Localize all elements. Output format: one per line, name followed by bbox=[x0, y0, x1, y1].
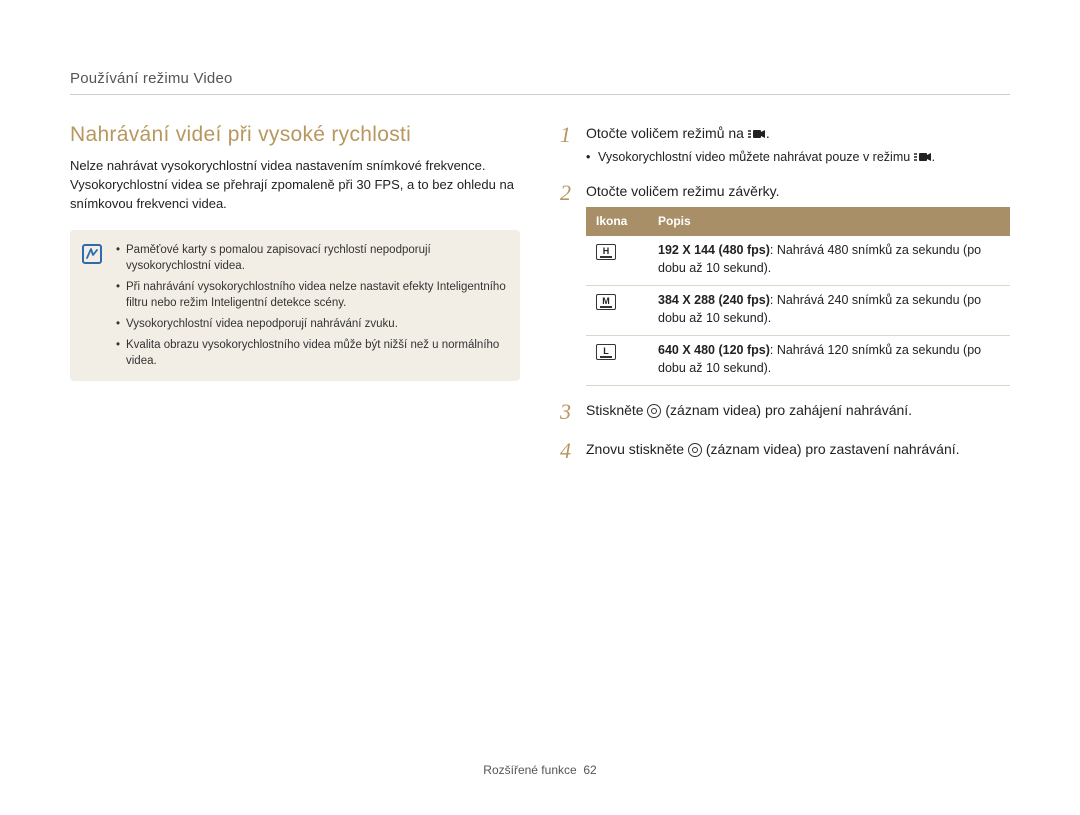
page-footer: Rozšířené funkce 62 bbox=[0, 763, 1080, 777]
step-4: 4 Znovu stiskněte (záznam videa) pro zas… bbox=[560, 439, 1010, 463]
step-text: Znovu stiskněte bbox=[586, 441, 688, 457]
step-body: Otočte voličem režimů na . Vysokorychlos… bbox=[586, 123, 1010, 167]
icon-letter: L bbox=[603, 346, 609, 356]
high-speed-camcorder-icon bbox=[914, 150, 932, 160]
table-cell: 640 X 480 (120 fps): Nahrává 120 snímků … bbox=[648, 336, 1010, 386]
step-sub-post: . bbox=[932, 150, 935, 164]
note-item: Vysokorychlostní videa nepodporují nahrá… bbox=[116, 316, 506, 332]
spec-bold: 384 X 288 (240 fps) bbox=[658, 293, 770, 307]
step-sub-text: Vysokorychlostní video můžete nahrávat p… bbox=[598, 150, 914, 164]
right-column: 1 Otočte voličem režimů na . Vysokorychl… bbox=[560, 123, 1010, 477]
step-2: 2 Otočte voličem režimu závěrky. Ikona P… bbox=[560, 181, 1010, 387]
th-popis: Popis bbox=[648, 207, 1010, 236]
spec-bold: 640 X 480 (120 fps) bbox=[658, 343, 770, 357]
step-text-mid: (záznam videa) pro zastavení nahrávání. bbox=[702, 441, 960, 457]
icon-letter: H bbox=[603, 246, 610, 256]
table-cell: 192 X 144 (480 fps): Nahrává 480 snímků … bbox=[648, 236, 1010, 286]
step-body: Znovu stiskněte (záznam videa) pro zasta… bbox=[586, 439, 1010, 463]
page-header: Používání režimu Video bbox=[70, 70, 1010, 95]
size-h-icon: H bbox=[596, 244, 616, 260]
size-m-icon: M bbox=[596, 294, 616, 310]
step-number: 3 bbox=[560, 400, 586, 424]
size-l-icon: L bbox=[596, 344, 616, 360]
step-body: Otočte voličem režimu závěrky. Ikona Pop… bbox=[586, 181, 1010, 387]
note-item: Kvalita obrazu vysokorychlostního videa … bbox=[116, 337, 506, 369]
section-title: Nahrávání videí při vysoké rychlosti bbox=[70, 123, 520, 147]
note-item: Při nahrávání vysokorychlostního videa n… bbox=[116, 279, 506, 311]
footer-page: 62 bbox=[583, 763, 596, 777]
step-3: 3 Stiskněte (záznam videa) pro zahájení … bbox=[560, 400, 1010, 424]
table-row: H 192 X 144 (480 fps): Nahrává 480 snímk… bbox=[586, 236, 1010, 286]
step-1: 1 Otočte voličem režimů na . Vysokorychl… bbox=[560, 123, 1010, 167]
note-icon bbox=[82, 244, 102, 264]
note-list: Paměťové karty s pomalou zapisovací rych… bbox=[116, 242, 506, 370]
step-text: Otočte voličem režimů na bbox=[586, 125, 748, 141]
footer-label: Rozšířené funkce bbox=[483, 763, 576, 777]
intro-paragraph: Nelze nahrávat vysokorychlostní videa na… bbox=[70, 157, 520, 214]
th-ikona: Ikona bbox=[586, 207, 648, 236]
left-column: Nahrávání videí při vysoké rychlosti Nel… bbox=[70, 123, 520, 477]
note-item: Paměťové karty s pomalou zapisovací rych… bbox=[116, 242, 506, 274]
icon-letter: M bbox=[602, 296, 610, 306]
note-box: Paměťové karty s pomalou zapisovací rych… bbox=[70, 230, 520, 382]
record-button-icon bbox=[688, 443, 702, 457]
spec-bold: 192 X 144 (480 fps) bbox=[658, 243, 770, 257]
record-button-icon bbox=[647, 404, 661, 418]
spec-table: Ikona Popis H 192 X 144 (480 fps): Nahrá… bbox=[586, 207, 1010, 386]
header-text: Používání režimu Video bbox=[70, 70, 233, 87]
step-body: Stiskněte (záznam videa) pro zahájení na… bbox=[586, 400, 1010, 424]
step-text: Otočte voličem režimu závěrky. bbox=[586, 183, 779, 199]
table-cell: 384 X 288 (240 fps): Nahrává 240 snímků … bbox=[648, 286, 1010, 336]
table-row: L 640 X 480 (120 fps): Nahrává 120 snímk… bbox=[586, 336, 1010, 386]
high-speed-camcorder-icon bbox=[748, 124, 766, 134]
step-text-mid: (záznam videa) pro zahájení nahrávání. bbox=[661, 402, 912, 418]
step-number: 1 bbox=[560, 123, 586, 167]
table-row: M 384 X 288 (240 fps): Nahrává 240 snímk… bbox=[586, 286, 1010, 336]
step-text-post: . bbox=[766, 125, 770, 141]
step-number: 2 bbox=[560, 181, 586, 387]
step-number: 4 bbox=[560, 439, 586, 463]
step-text: Stiskněte bbox=[586, 402, 647, 418]
step-sub-item: Vysokorychlostní video můžete nahrávat p… bbox=[586, 149, 1010, 167]
